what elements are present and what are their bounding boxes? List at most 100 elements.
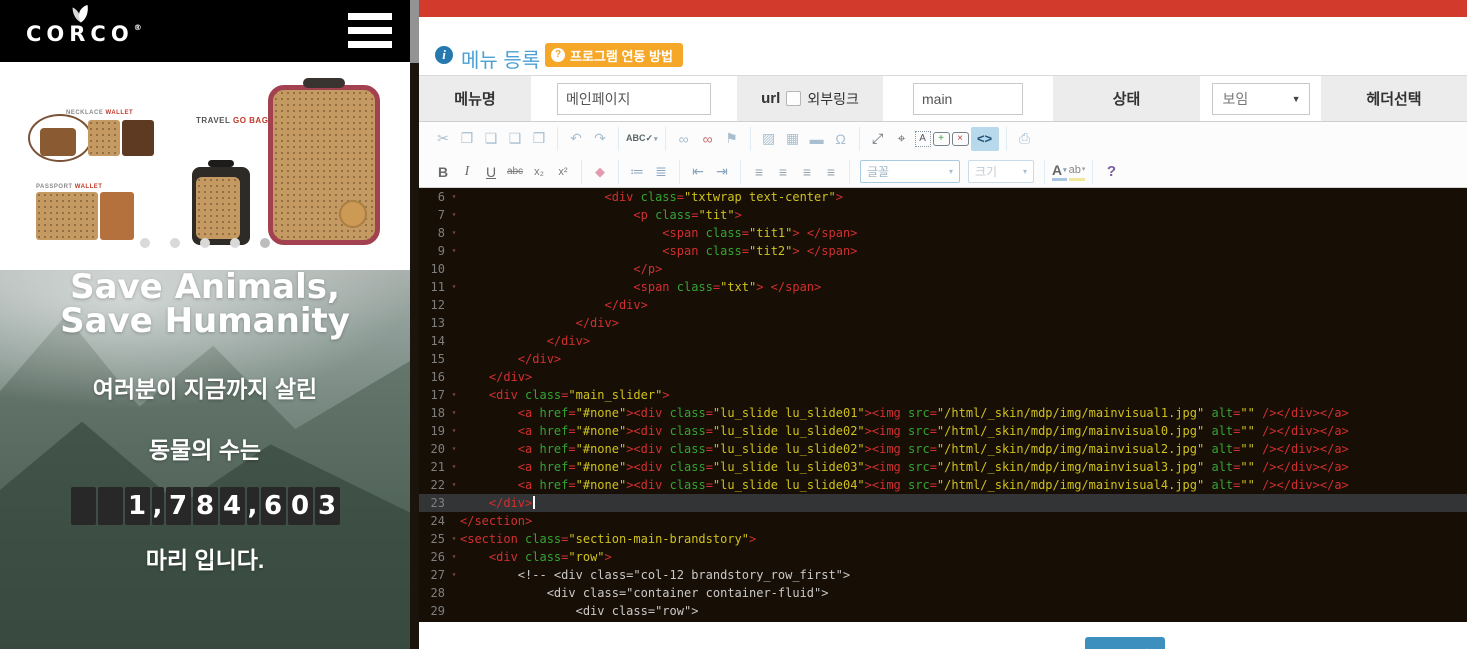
card-wallet-cork-image bbox=[88, 120, 120, 156]
toolbar-group: ∞∞⚑ bbox=[666, 127, 751, 151]
add-comment-icon[interactable]: + bbox=[933, 132, 950, 146]
undo-icon[interactable]: ↶ bbox=[565, 127, 587, 151]
size-select[interactable]: 크기▾ bbox=[968, 160, 1034, 183]
passport-wallet-leather-image bbox=[100, 192, 134, 240]
select-all-icon[interactable]: A bbox=[915, 131, 931, 147]
toolbar-group: ⎙ bbox=[1007, 127, 1043, 151]
counter-tile: 6 bbox=[261, 487, 286, 525]
code-line-26: 26▾ <div class="row"> bbox=[419, 548, 1467, 566]
source-icon[interactable]: <> bbox=[971, 127, 999, 151]
slider-dot[interactable] bbox=[230, 238, 240, 248]
preview-scrollbar-track[interactable] bbox=[410, 0, 419, 649]
menu-name-input[interactable] bbox=[557, 83, 711, 115]
product-slide: NECKLACE WALLET PASSPORT WALLET TRAVEL G… bbox=[0, 62, 410, 270]
code-line-29: 29 <div class="row"> bbox=[419, 602, 1467, 620]
cut-icon[interactable]: ✂ bbox=[432, 127, 454, 151]
slider-dot[interactable] bbox=[200, 238, 210, 248]
status-selected-value: 보임 bbox=[1223, 89, 1249, 109]
animal-counter: 1,784,603 bbox=[0, 487, 410, 525]
numbered-list-icon[interactable]: ≔ bbox=[626, 160, 648, 184]
align-right-icon[interactable]: ≡ bbox=[796, 160, 818, 184]
necklace-wallet-image bbox=[40, 128, 76, 156]
find-icon[interactable]: ⌖ bbox=[891, 127, 913, 151]
about-icon[interactable]: ? bbox=[1100, 160, 1122, 184]
html-editor: ✂❐❏❑❒↶↷ABC✓▾∞∞⚑▨▦▬Ω⤢⌖A+×<>⎙ BIUabcx₂x²◆≔… bbox=[419, 122, 1467, 622]
remove-format-icon[interactable]: ◆ bbox=[589, 160, 611, 184]
italic-icon[interactable]: I bbox=[456, 160, 478, 184]
paste-icon[interactable]: ❏ bbox=[480, 127, 502, 151]
preview-scrollbar-thumb[interactable] bbox=[410, 0, 419, 63]
counter-tile: 8 bbox=[193, 487, 218, 525]
code-line-6: 6▾ <div class="txtwrap text-center"> bbox=[419, 188, 1467, 206]
remove-comment-icon[interactable]: × bbox=[952, 132, 969, 146]
code-line-13: 13 </div> bbox=[419, 314, 1467, 332]
toolbar-group: ≡≡≡≡ bbox=[741, 160, 850, 184]
necklace-wallet-label: NECKLACE WALLET bbox=[66, 110, 133, 116]
toolbar-group: ▨▦▬Ω bbox=[751, 127, 860, 151]
align-center-icon[interactable]: ≡ bbox=[772, 160, 794, 184]
subscript-icon[interactable]: x₂ bbox=[528, 160, 550, 184]
passport-wallet-cork-image bbox=[36, 192, 98, 240]
code-line-23: 23 </div> bbox=[419, 494, 1467, 512]
chevron-down-icon: ▼ bbox=[1292, 94, 1301, 104]
toolbar-group: ? bbox=[1093, 160, 1129, 184]
special-character-icon[interactable]: Ω bbox=[830, 127, 852, 151]
spellcheck-icon[interactable]: ABC✓▾ bbox=[626, 127, 658, 151]
code-line-27: 27▾ <!-- <div class="col-12 brandstory_r… bbox=[419, 566, 1467, 584]
code-line-14: 14 </div> bbox=[419, 332, 1467, 350]
copy-icon[interactable]: ❐ bbox=[456, 127, 478, 151]
toolbar-group: ↶↷ bbox=[558, 127, 619, 151]
horizontal-rule-icon[interactable]: ▬ bbox=[806, 127, 828, 151]
counter-tile: 3 bbox=[315, 487, 340, 525]
hamburger-menu-icon[interactable] bbox=[348, 13, 392, 49]
align-left-icon[interactable]: ≡ bbox=[748, 160, 770, 184]
url-label: url bbox=[761, 90, 780, 107]
bag-handle bbox=[303, 78, 345, 88]
link-icon[interactable]: ∞ bbox=[673, 127, 695, 151]
maximize-icon[interactable]: ⤢ bbox=[867, 127, 889, 151]
bold-icon[interactable]: B bbox=[432, 160, 454, 184]
image-icon[interactable]: ▨ bbox=[758, 127, 780, 151]
external-link-checkbox[interactable] bbox=[786, 91, 801, 106]
paste-plain-text-icon[interactable]: ❑ bbox=[504, 127, 526, 151]
anchor-icon[interactable]: ⚑ bbox=[721, 127, 743, 151]
hero-section: Save Animals, Save Humanity 여러분이 지금까지 살린… bbox=[0, 270, 410, 649]
badge-label: 프로그램 연동 방법 bbox=[570, 46, 673, 65]
program-link-help-badge[interactable]: ? 프로그램 연동 방법 bbox=[545, 43, 683, 67]
outdent-icon[interactable]: ⇤ bbox=[687, 160, 709, 184]
external-link-label: 외부링크 bbox=[807, 89, 859, 109]
background-color-icon[interactable]: ab▾ bbox=[1069, 162, 1086, 181]
bulleted-list-icon[interactable]: ≣ bbox=[650, 160, 672, 184]
preview-button[interactable]: 미리보기 bbox=[1085, 637, 1165, 649]
code-line-19: 19▾ <a href="#none"><div class="lu_slide… bbox=[419, 422, 1467, 440]
print-icon[interactable]: ⎙ bbox=[1014, 127, 1036, 151]
table-icon[interactable]: ▦ bbox=[782, 127, 804, 151]
admin-header: i 메뉴 등록 ? 프로그램 연동 방법 bbox=[419, 17, 1467, 75]
corco-logo[interactable]: CORCO® bbox=[26, 4, 136, 45]
redo-icon[interactable]: ↷ bbox=[589, 127, 611, 151]
strikethrough-icon[interactable]: abc bbox=[504, 160, 526, 184]
superscript-icon[interactable]: x² bbox=[552, 160, 574, 184]
unlink-icon[interactable]: ∞ bbox=[697, 127, 719, 151]
justify-icon[interactable]: ≡ bbox=[820, 160, 842, 184]
font-select[interactable]: 글꼴▾ bbox=[860, 160, 960, 183]
code-line-25: 25▾<section class="section-main-brandsto… bbox=[419, 530, 1467, 548]
slider-dot[interactable] bbox=[260, 238, 270, 248]
counter-tile: , bbox=[152, 487, 164, 525]
paste-from-word-icon[interactable]: ❒ bbox=[528, 127, 550, 151]
code-line-18: 18▾ <a href="#none"><div class="lu_slide… bbox=[419, 404, 1467, 422]
source-code-area[interactable]: 6▾ <div class="txtwrap text-center">7▾ <… bbox=[419, 188, 1467, 622]
code-line-24: 24</section> bbox=[419, 512, 1467, 530]
header-select-label: 헤더선택 bbox=[1366, 88, 1421, 109]
code-line-20: 20▾ <a href="#none"><div class="lu_slide… bbox=[419, 440, 1467, 458]
underline-icon[interactable]: U bbox=[480, 160, 502, 184]
site-preview-pane: CORCO® NECKLACE WALLET PASSPORT WALLET T… bbox=[0, 0, 410, 649]
status-select[interactable]: 보임 ▼ bbox=[1212, 83, 1310, 115]
indent-icon[interactable]: ⇥ bbox=[711, 160, 733, 184]
admin-footer: 미리보기 bbox=[419, 622, 1467, 649]
slider-dot[interactable] bbox=[170, 238, 180, 248]
text-color-icon[interactable]: A▾ bbox=[1052, 162, 1067, 181]
slider-dot[interactable] bbox=[140, 238, 150, 248]
url-input[interactable] bbox=[913, 83, 1023, 115]
hero-subtitle1: 여러분이 지금까지 살린 bbox=[0, 370, 410, 404]
